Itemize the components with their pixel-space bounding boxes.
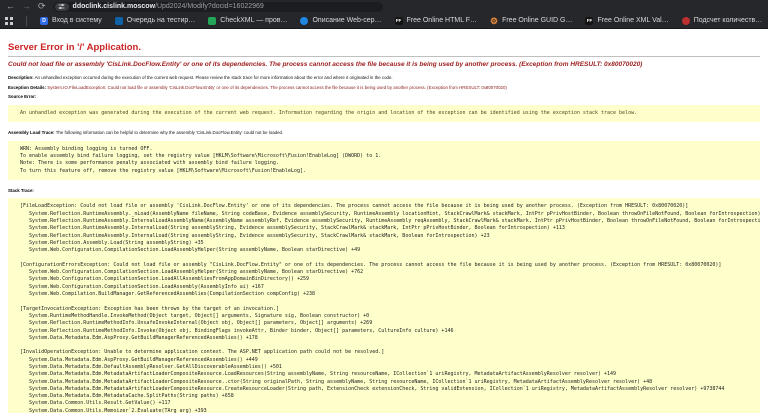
tune-icon xyxy=(58,3,65,10)
bookmark-label: CheckXML — пров… xyxy=(220,17,288,24)
bookmarks-separator xyxy=(26,15,27,26)
bookmark-label: Очередь на тестир… xyxy=(126,17,196,24)
exception-details-label: Exception Details: xyxy=(8,84,47,90)
bookmark-item-test-queue[interactable]: Очередь на тестир… xyxy=(114,16,196,25)
favicon-letter: FF xyxy=(586,17,593,23)
description-label: Description: xyxy=(8,75,34,80)
bookmark-favicon xyxy=(681,16,690,25)
bookmark-item-checkxml[interactable]: CheckXML — пров… xyxy=(208,16,288,25)
assembly-load-trace-label: Assembly Load Trace: xyxy=(8,130,55,136)
fusion-log-box: WRN: Assembly binding logging is turned … xyxy=(8,140,760,180)
gear-icon: ⚙ xyxy=(490,15,499,26)
assembly-load-trace-text: The following information can be helpful… xyxy=(55,130,284,136)
address-bar[interactable]: ddoclink.cislink.moscow/Upd2024/Modify?d… xyxy=(52,1,383,12)
bookmark-favicon xyxy=(300,16,309,25)
favicon-letter: D xyxy=(42,17,46,24)
error-page: Server Error in '/' Application. Could n… xyxy=(0,42,768,413)
back-button[interactable]: ← xyxy=(6,0,15,13)
bookmark-item-guid-generator[interactable]: ⚙ Free Online GUID G… xyxy=(490,15,573,26)
url-domain: ddoclink.cislink.moscow xyxy=(72,2,156,10)
bookmark-item-login[interactable]: D Вход в систему xyxy=(40,16,102,25)
page-title: Server Error in '/' Application. xyxy=(8,42,141,53)
bookmark-favicon: FF xyxy=(394,16,403,25)
bookmarks-bar: D Вход в систему Очередь на тестир… Chec… xyxy=(0,13,768,29)
source-error-line: Source Error: xyxy=(8,94,760,100)
source-error-box: An unhandled exception was generated dur… xyxy=(8,104,760,123)
exception-details-line: Exception Details: System.IO.FileLoadExc… xyxy=(8,85,760,91)
url-path: /Upd2024/Modify?docid=16022969 xyxy=(155,2,264,10)
bookmark-item-count[interactable]: Подсчет количеств… xyxy=(681,16,763,25)
bookmark-item-xml-validator[interactable]: FF Free Online XML Val… xyxy=(585,16,669,25)
bookmark-favicon: D xyxy=(40,16,48,25)
bookmark-favicon xyxy=(208,16,217,25)
bookmark-favicon: FF xyxy=(585,16,594,25)
site-info-chip[interactable] xyxy=(54,2,69,11)
exception-details-text: System.IO.FileLoadException: Could not l… xyxy=(47,84,507,90)
bookmark-label: Вход в систему xyxy=(52,17,102,24)
favicon-letter: FF xyxy=(395,17,402,23)
browser-chrome: ← → ⟳ ddoclink.cislink.moscow/Upd2024/Mo… xyxy=(0,0,768,29)
stack-trace-box: [FileLoadException: Could not load file … xyxy=(8,198,760,413)
description-text: An unhandled exception occurred during t… xyxy=(34,75,393,80)
bookmark-label: Free Online HTML F… xyxy=(406,17,478,24)
forward-button[interactable]: → xyxy=(22,0,31,13)
title-divider xyxy=(8,56,760,57)
browser-toolbar: ← → ⟳ ddoclink.cislink.moscow/Upd2024/Mo… xyxy=(0,0,768,13)
bookmark-label: Подсчет количеств… xyxy=(693,17,763,24)
apps-grid-icon[interactable] xyxy=(5,16,13,25)
url-text: ddoclink.cislink.moscow/Upd2024/Modify?d… xyxy=(73,2,264,12)
description-line: Description: An unhandled exception occu… xyxy=(8,75,760,81)
error-subtitle: Could not load file or assembly 'CisLink… xyxy=(8,61,643,68)
bookmark-item-html-formatter[interactable]: FF Free Online HTML F… xyxy=(394,16,478,25)
bookmark-label: Free Online XML Val… xyxy=(597,17,669,24)
favicon-letter: ⚙ xyxy=(490,15,499,26)
bookmark-label: Free Online GUID G… xyxy=(502,17,573,24)
stack-trace-label: Stack Trace: xyxy=(8,187,34,193)
stack-trace-line: Stack Trace: xyxy=(8,188,760,194)
bookmark-favicon xyxy=(114,16,123,25)
assembly-load-trace-line: Assembly Load Trace: The following infor… xyxy=(8,130,760,136)
reload-button[interactable]: ⟳ xyxy=(38,0,46,13)
source-error-label: Source Error: xyxy=(8,94,37,100)
bookmark-item-webservice-docs[interactable]: Описание Web-сер… xyxy=(300,16,382,25)
bookmark-label: Описание Web-сер… xyxy=(312,17,382,24)
